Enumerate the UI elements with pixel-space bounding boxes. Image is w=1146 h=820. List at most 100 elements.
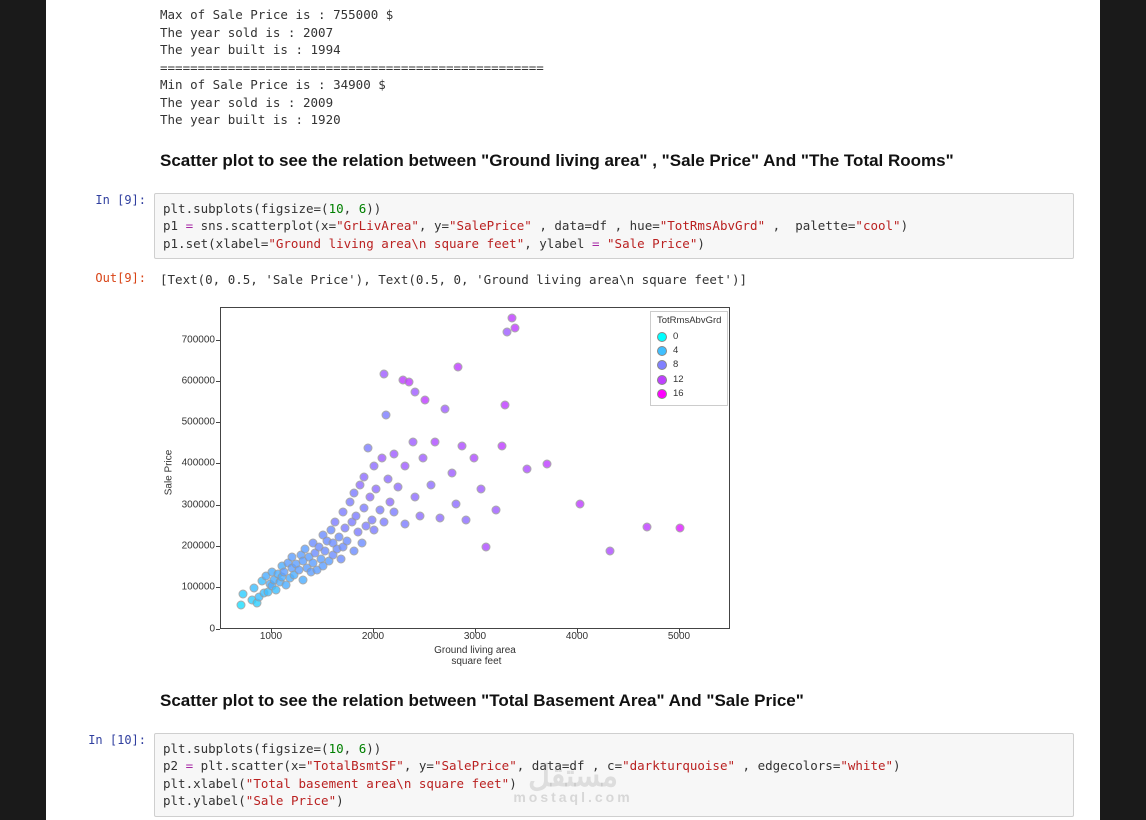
chart-point: [390, 450, 399, 459]
chart-point: [353, 528, 362, 537]
chart-point: [415, 511, 424, 520]
y-tick-label: 400000: [160, 458, 215, 469]
legend-marker: [657, 332, 667, 342]
chart-point: [382, 410, 391, 419]
legend-entry: 8: [657, 358, 721, 372]
chart-point: [337, 555, 346, 564]
legend-marker: [657, 375, 667, 385]
section-heading-2: Scatter plot to see the relation between…: [154, 681, 1094, 721]
chart-point: [436, 514, 445, 523]
y-tick-label: 0: [160, 623, 215, 634]
chart-point: [394, 483, 403, 492]
chart-point: [359, 503, 368, 512]
chart-point: [507, 313, 516, 322]
y-tick-label: 700000: [160, 334, 215, 345]
chart-point: [355, 481, 364, 490]
y-tick-label: 300000: [160, 499, 215, 510]
heading-cell-1: Scatter plot to see the relation between…: [46, 135, 1100, 187]
legend-entry: 12: [657, 373, 721, 387]
chart-point: [451, 499, 460, 508]
chart-point: [237, 600, 246, 609]
legend-title: TotRmsAbvGrd: [657, 314, 721, 330]
chart-point: [372, 485, 381, 494]
x-axis-label: Ground living area square feet: [434, 645, 516, 667]
output-cell-9: Out[9]: [Text(0, 0.5, 'Sale Price'), Tex…: [46, 265, 1100, 675]
y-tick-label: 100000: [160, 582, 215, 593]
prompt-in-9: In [9]:: [46, 189, 154, 264]
chart-point: [384, 474, 393, 483]
output-stats-text: Max of Sale Price is : 755000 $ The year…: [154, 6, 1094, 129]
chart-container: Sale Price Ground living area square fee…: [154, 289, 1094, 669]
chart-point: [457, 441, 466, 450]
output-cell-stats: Max of Sale Price is : 755000 $ The year…: [46, 0, 1100, 135]
heading-cell-2: Scatter plot to see the relation between…: [46, 675, 1100, 727]
chart-legend: TotRmsAbvGrd 0481216: [650, 311, 728, 407]
chart-point: [482, 542, 491, 551]
chart-point: [370, 526, 379, 535]
legend-entry: 0: [657, 330, 721, 344]
page-root: Max of Sale Price is : 755000 $ The year…: [0, 0, 1146, 820]
chart-point: [523, 464, 532, 473]
chart-point: [469, 454, 478, 463]
chart-point: [380, 518, 389, 527]
chart-point: [441, 404, 450, 413]
chart-point: [576, 499, 585, 508]
chart-point: [349, 489, 358, 498]
notebook-container: Max of Sale Price is : 755000 $ The year…: [46, 0, 1100, 820]
legend-label: 16: [673, 387, 684, 401]
legend-label: 0: [673, 330, 678, 344]
code-input-9[interactable]: plt.subplots(figsize=(10, 6)) p1 = sns.s…: [154, 193, 1074, 260]
chart-point: [408, 437, 417, 446]
scatter-chart: Sale Price Ground living area square fee…: [160, 299, 780, 669]
chart-point: [676, 524, 685, 533]
chart-point: [421, 396, 430, 405]
chart-point: [404, 377, 413, 386]
code-cell-9: In [9]: plt.subplots(figsize=(10, 6)) p1…: [46, 187, 1100, 266]
chart-point: [365, 493, 374, 502]
chart-point: [543, 460, 552, 469]
legend-marker: [657, 346, 667, 356]
chart-point: [343, 536, 352, 545]
section-heading-1: Scatter plot to see the relation between…: [154, 141, 1094, 181]
chart-point: [351, 511, 360, 520]
y-tick-label: 600000: [160, 375, 215, 386]
y-tick-label: 200000: [160, 540, 215, 551]
chart-point: [349, 547, 358, 556]
chart-point: [380, 369, 389, 378]
chart-point: [410, 388, 419, 397]
y-axis-label: Sale Price: [164, 449, 175, 495]
chart-point: [376, 505, 385, 514]
legend-entry: 4: [657, 344, 721, 358]
legend-marker: [657, 389, 667, 399]
chart-point: [418, 454, 427, 463]
chart-point: [400, 462, 409, 471]
code-input-10[interactable]: plt.subplots(figsize=(10, 6)) p2 = plt.s…: [154, 733, 1074, 817]
prompt-empty: [46, 2, 154, 133]
chart-point: [492, 505, 501, 514]
chart-point: [357, 538, 366, 547]
chart-point: [497, 441, 506, 450]
y-tick-label: 500000: [160, 417, 215, 428]
chart-point: [461, 516, 470, 525]
chart-point: [477, 485, 486, 494]
chart-point: [367, 516, 376, 525]
chart-point: [410, 493, 419, 502]
chart-point: [272, 586, 281, 595]
chart-point: [390, 507, 399, 516]
legend-entry: 16: [657, 387, 721, 401]
prompt-in-10: In [10]:: [46, 729, 154, 820]
chart-point: [370, 462, 379, 471]
chart-point: [400, 520, 409, 529]
chart-point: [386, 497, 395, 506]
chart-point: [327, 526, 336, 535]
chart-point: [359, 472, 368, 481]
code-cell-10: In [10]: plt.subplots(figsize=(10, 6)) p…: [46, 727, 1100, 820]
legend-label: 4: [673, 344, 678, 358]
chart-point: [331, 518, 340, 527]
legend-label: 8: [673, 358, 678, 372]
chart-point: [643, 523, 652, 532]
chart-point: [378, 454, 387, 463]
chart-point: [447, 468, 456, 477]
chart-point: [339, 507, 348, 516]
chart-point: [345, 497, 354, 506]
